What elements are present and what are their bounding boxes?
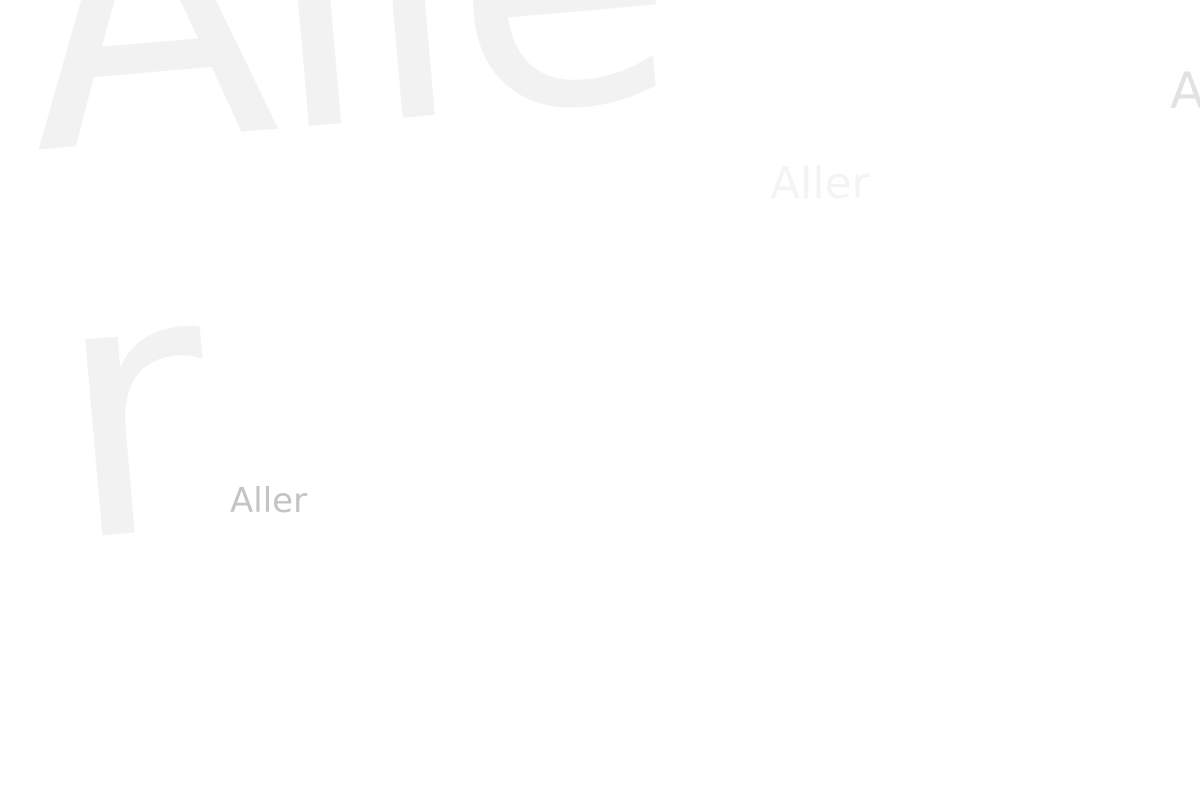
edge-clipped-word: Aller <box>1170 62 1200 120</box>
font-specimen-canvas: Aller Aller Aller Aller <box>0 0 1200 800</box>
faint-word: Aller <box>770 158 870 209</box>
small-word: Aller <box>230 481 308 521</box>
giant-background-word: Aller <box>7 0 685 623</box>
